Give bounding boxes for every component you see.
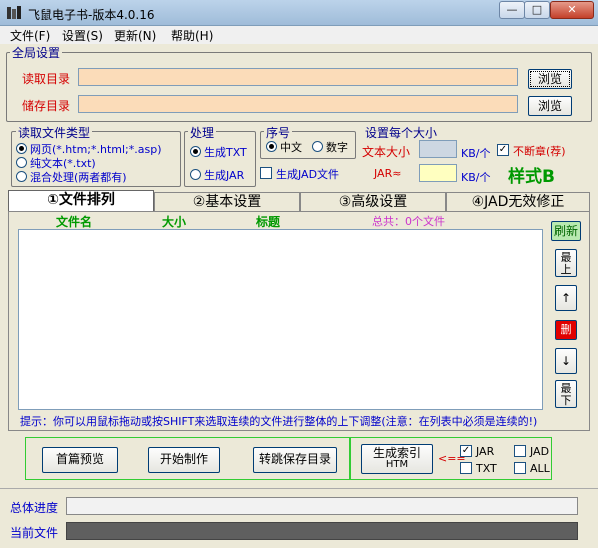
browse-read-button[interactable]: 浏览 bbox=[528, 69, 572, 89]
seq-radio-chinese[interactable] bbox=[266, 141, 277, 152]
gen-index-label: 生成索引 bbox=[372, 446, 421, 460]
jar-size-unit: KB/个 bbox=[461, 171, 491, 184]
process-txt-label: 生成TXT bbox=[204, 146, 247, 159]
refresh-button[interactable]: 刷新 bbox=[551, 221, 581, 241]
total-files: 总共：0个文件 bbox=[372, 215, 445, 228]
txt-label: TXT bbox=[476, 462, 497, 475]
no-break-label: 不断章(荐) bbox=[513, 145, 566, 158]
read-type-radio-mixed[interactable] bbox=[16, 171, 27, 182]
read-dir-label: 读取目录 bbox=[22, 72, 71, 86]
jad-checkbox[interactable] bbox=[514, 445, 526, 457]
process-label: 处理 bbox=[188, 124, 217, 141]
text-size-unit: KB/个 bbox=[461, 147, 491, 160]
save-dir-input[interactable] bbox=[78, 95, 518, 113]
hint-text: 提示：你可以用鼠标拖动或按SHIFT来选取连续的文件进行整体的上下调整(注意：在… bbox=[20, 415, 538, 428]
window-title: 飞鼠电子书-版本4.0.16 bbox=[28, 8, 155, 22]
total-progress-bar bbox=[66, 497, 578, 515]
maximize-button[interactable]: □ bbox=[524, 1, 550, 19]
process-radio-jar[interactable] bbox=[190, 169, 201, 180]
gen-index-button[interactable]: 生成索引 HTM bbox=[361, 444, 433, 474]
menu-update[interactable]: 更新(N) bbox=[114, 27, 156, 44]
minimize-button[interactable]: — bbox=[499, 1, 525, 19]
total-progress-label: 总体进度 bbox=[10, 501, 59, 515]
menu-settings[interactable]: 设置(S) bbox=[62, 27, 103, 44]
tab-advanced-settings[interactable]: ③高级设置 bbox=[300, 192, 446, 212]
file-list[interactable] bbox=[18, 229, 543, 410]
move-bottom-button[interactable]: 最下 bbox=[555, 380, 577, 408]
browse-save-button[interactable]: 浏览 bbox=[528, 96, 572, 116]
tab-jad-fix[interactable]: ④JAD无效修正 bbox=[446, 192, 590, 212]
move-down-button[interactable]: ↓ bbox=[555, 348, 577, 374]
jar-checkbox[interactable]: ✓ bbox=[460, 445, 472, 457]
process-radio-txt[interactable] bbox=[190, 146, 201, 157]
text-size-label: 文本大小 bbox=[362, 145, 411, 159]
tab-file-arrange[interactable]: ①文件排列 bbox=[8, 190, 154, 212]
jump-save-dir-button[interactable]: 转跳保存目录 bbox=[253, 447, 337, 473]
seq-radio-number[interactable] bbox=[312, 141, 323, 152]
gen-jad-checkbox[interactable] bbox=[260, 167, 272, 179]
txt-checkbox[interactable] bbox=[460, 462, 472, 474]
move-top-button[interactable]: 最上 bbox=[555, 249, 577, 277]
menu-file[interactable]: 文件(F) bbox=[10, 27, 50, 44]
seq-chinese-label: 中文 bbox=[280, 141, 302, 154]
jar-approx-label: JAR≈ bbox=[374, 167, 402, 180]
all-label: ALL bbox=[530, 462, 550, 475]
current-file-bar bbox=[66, 522, 578, 540]
read-type-radio-web[interactable] bbox=[16, 143, 27, 154]
jar-label: JAR bbox=[476, 445, 495, 458]
text-size-input[interactable] bbox=[419, 140, 457, 158]
move-up-button[interactable]: ↑ bbox=[555, 285, 577, 311]
all-checkbox[interactable] bbox=[514, 462, 526, 474]
no-break-checkbox[interactable]: ✓ bbox=[497, 144, 509, 156]
close-button[interactable]: ✕ bbox=[550, 1, 594, 19]
app-icon bbox=[6, 5, 22, 21]
col-header-filename[interactable]: 文件名 bbox=[56, 213, 92, 230]
current-file-label: 当前文件 bbox=[10, 526, 59, 540]
global-settings-label: 全局设置 bbox=[10, 44, 63, 61]
style-label: 样式B bbox=[508, 167, 555, 187]
size-settings-label: 设置每个大小 bbox=[363, 124, 440, 141]
save-dir-label: 储存目录 bbox=[22, 99, 71, 113]
read-type-mixed-label: 混合处理(两者都有) bbox=[30, 171, 127, 184]
read-type-label: 读取文件类型 bbox=[16, 124, 93, 141]
jar-size-input[interactable] bbox=[419, 164, 457, 182]
process-jar-label: 生成JAR bbox=[204, 169, 245, 182]
col-header-size[interactable]: 大小 bbox=[162, 213, 186, 230]
read-type-radio-txt[interactable] bbox=[16, 157, 27, 168]
delete-button[interactable]: 删 bbox=[555, 320, 577, 340]
col-header-title[interactable]: 标题 bbox=[256, 213, 280, 230]
gen-jad-label: 生成JAD文件 bbox=[276, 168, 340, 181]
seq-number-label: 数字 bbox=[326, 141, 348, 154]
menu-help[interactable]: 帮助(H) bbox=[171, 27, 213, 44]
first-preview-button[interactable]: 首篇预览 bbox=[42, 447, 118, 473]
gen-index-sublabel: HTM bbox=[385, 459, 409, 470]
start-button[interactable]: 开始制作 bbox=[148, 447, 220, 473]
tab-basic-settings[interactable]: ②基本设置 bbox=[154, 192, 300, 212]
jad-label: JAD bbox=[530, 445, 550, 458]
read-dir-input[interactable] bbox=[78, 68, 518, 86]
